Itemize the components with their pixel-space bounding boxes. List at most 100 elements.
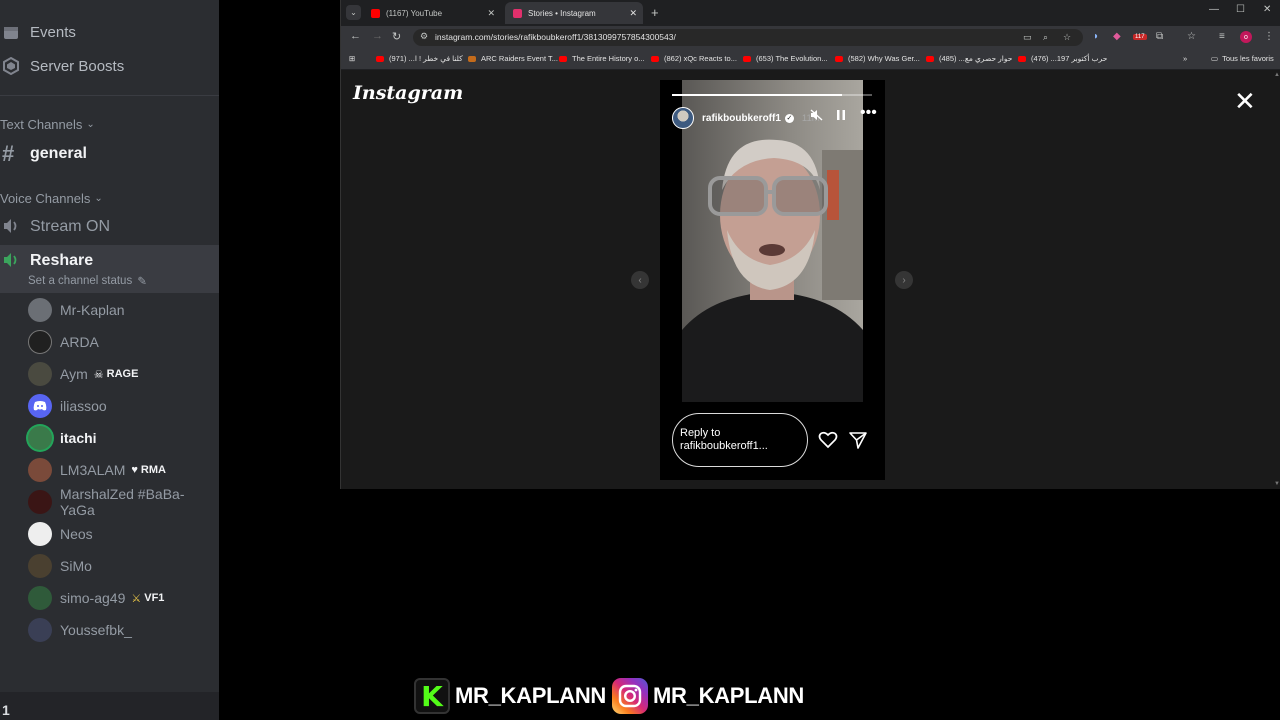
- arc-icon: [468, 55, 476, 62]
- extension-badge[interactable]: 117: [1133, 34, 1147, 40]
- events-item[interactable]: Events: [2, 23, 76, 41]
- close-icon[interactable]: ✕: [1234, 86, 1256, 117]
- calendar-icon: [2, 23, 20, 41]
- story-username[interactable]: rafikboubkeroff1: [702, 113, 781, 124]
- scroll-up-icon[interactable]: ▲: [1274, 72, 1280, 78]
- story-card: rafikboubkeroff1 ✓ 11m ••• Reply to rafi…: [660, 80, 885, 480]
- bookmark-star-icon[interactable]: ☆: [1063, 32, 1071, 43]
- instagram-logo[interactable]: Instagram: [353, 82, 463, 104]
- back-button[interactable]: ←: [350, 30, 361, 42]
- avatar: [28, 458, 52, 482]
- voice-member[interactable]: simo-ag49 ⚔ VF1: [28, 586, 164, 610]
- avatar: [28, 490, 52, 514]
- scroll-down-icon[interactable]: ▼: [1274, 481, 1280, 487]
- bookmark-item[interactable]: حرب أكتوبر 197... (476): [1018, 54, 1107, 63]
- close-window-button[interactable]: ✕: [1263, 4, 1271, 15]
- extension-icon[interactable]: ◆: [1113, 31, 1121, 42]
- avatar[interactable]: [672, 107, 694, 129]
- verified-badge-icon: ✓: [784, 113, 794, 123]
- tab-youtube[interactable]: (1167) YouTube ✕: [363, 2, 501, 24]
- next-story-button[interactable]: ›: [895, 271, 913, 289]
- page-scrollbar[interactable]: ▲ ▼: [1273, 70, 1280, 489]
- minimize-button[interactable]: —: [1209, 4, 1219, 15]
- story-progress-bar: [672, 94, 872, 96]
- new-tab-button[interactable]: +: [651, 5, 659, 20]
- bookmarks-icon[interactable]: ☆: [1187, 31, 1196, 42]
- bookmark-item[interactable]: (862) xQc Reacts to...: [651, 54, 737, 63]
- youtube-icon: [926, 55, 934, 62]
- more-bookmarks-icon[interactable]: »: [1183, 54, 1187, 63]
- extensions-puzzle-icon[interactable]: ⧉: [1156, 31, 1163, 42]
- bookmarks-bar: ⊞ كلنا في خطر ! ا... (971) ARC Raiders E…: [341, 49, 1280, 70]
- address-bar[interactable]: ⚙ instagram.com/stories/rafikboubkeroff1…: [413, 29, 1083, 46]
- avatar: [28, 586, 52, 610]
- close-tab-icon[interactable]: ✕: [629, 8, 637, 19]
- text-channels-category[interactable]: Text Channels ⌄: [0, 117, 95, 132]
- youtube-icon: [376, 55, 384, 62]
- bookmark-item[interactable]: حوار حصري مع... (485): [926, 54, 1012, 63]
- all-bookmarks-folder[interactable]: ▭ Tous les favoris: [1211, 54, 1274, 63]
- avatar: [28, 362, 52, 386]
- reply-input[interactable]: Reply to rafikboubkeroff1...: [672, 413, 808, 467]
- reload-button[interactable]: ↻: [392, 30, 401, 43]
- voice-member[interactable]: Aym ☠ RAGE: [28, 362, 138, 386]
- story-header: rafikboubkeroff1 ✓ 11m: [672, 107, 882, 129]
- youtube-icon: [835, 55, 843, 62]
- member-tag: ♥ RMA: [131, 464, 166, 476]
- youtube-icon: [1018, 55, 1026, 62]
- chevron-down-icon: ⌄: [86, 119, 95, 130]
- bookmark-item[interactable]: (653) The Evolution...: [743, 54, 828, 63]
- cast-icon[interactable]: ▭: [1023, 32, 1032, 43]
- discord-logo-avatar: [28, 394, 52, 418]
- voice-member[interactable]: SiMo: [28, 554, 92, 578]
- previous-story-button[interactable]: ‹: [631, 271, 649, 289]
- site-info-icon[interactable]: ⚙: [420, 31, 428, 42]
- profile-avatar[interactable]: o: [1240, 31, 1252, 43]
- bookmark-item[interactable]: (582) Why Was Ger...: [835, 54, 920, 63]
- close-tab-icon[interactable]: ✕: [487, 8, 495, 19]
- media-icon[interactable]: ≡: [1219, 31, 1225, 42]
- zoom-icon[interactable]: ⌕: [1043, 32, 1048, 43]
- extension-icon[interactable]: ◗: [1093, 31, 1099, 42]
- forward-button[interactable]: →: [372, 30, 383, 42]
- chevron-down-icon: ⌄: [94, 193, 103, 204]
- channel-general[interactable]: # general: [2, 141, 87, 167]
- tab-search-button[interactable]: ⌄: [346, 5, 361, 20]
- server-boosts-item[interactable]: Server Boosts: [2, 57, 124, 75]
- speaker-icon: [2, 217, 22, 237]
- bookmark-item[interactable]: The Entire History o...: [559, 54, 645, 63]
- apps-grid-icon[interactable]: ⊞: [349, 54, 355, 63]
- voice-member[interactable]: Neos: [28, 522, 93, 546]
- voice-member[interactable]: LM3ALAM ♥ RMA: [28, 458, 166, 482]
- voice-member[interactable]: Mr-Kaplan: [28, 298, 125, 322]
- screen: Events Server Boosts Text Channels ⌄ # g…: [0, 0, 1280, 720]
- voice-member[interactable]: Youssefbk_: [28, 618, 132, 642]
- bookmark-item[interactable]: كلنا في خطر ! ا... (971): [376, 54, 463, 63]
- avatar: [28, 522, 52, 546]
- more-options-icon[interactable]: •••: [860, 104, 877, 122]
- voice-channel-stream-on[interactable]: Stream ON: [2, 217, 110, 237]
- bookmark-item[interactable]: ARC Raiders Event T...: [468, 54, 558, 63]
- youtube-icon: [559, 55, 567, 62]
- tab-instagram[interactable]: Stories • Instagram ✕: [505, 2, 643, 24]
- tab-strip: ⌄ (1167) YouTube ✕ Stories • Instagram ✕…: [341, 0, 1280, 26]
- voice-channels-category[interactable]: Voice Channels ⌄: [0, 191, 103, 206]
- maximize-button[interactable]: ☐: [1236, 4, 1245, 15]
- avatar: [28, 618, 52, 642]
- share-send-icon[interactable]: [848, 430, 868, 450]
- channel-status-setter[interactable]: Set a channel status ✎: [28, 274, 147, 288]
- mute-icon[interactable]: [810, 109, 823, 124]
- voice-member[interactable]: ARDA: [28, 330, 99, 354]
- voice-member-speaking[interactable]: itachi: [28, 426, 97, 450]
- voice-member[interactable]: iliassoo: [28, 394, 107, 418]
- pause-icon[interactable]: [836, 109, 846, 124]
- avatar: [28, 554, 52, 578]
- voice-channel-reshare[interactable]: Reshare: [2, 251, 93, 271]
- menu-kebab-icon[interactable]: ⋮: [1264, 31, 1274, 42]
- voice-member[interactable]: MarshalZed #BaBa-YaGa: [28, 486, 219, 518]
- avatar: [28, 426, 52, 450]
- heart-icon: ♥: [131, 464, 138, 476]
- member-tag: ⚔ VF1: [131, 592, 165, 605]
- like-heart-icon[interactable]: [818, 430, 838, 450]
- browser-toolbar: ← → ↻ ⚙ instagram.com/stories/rafikboubk…: [341, 26, 1280, 49]
